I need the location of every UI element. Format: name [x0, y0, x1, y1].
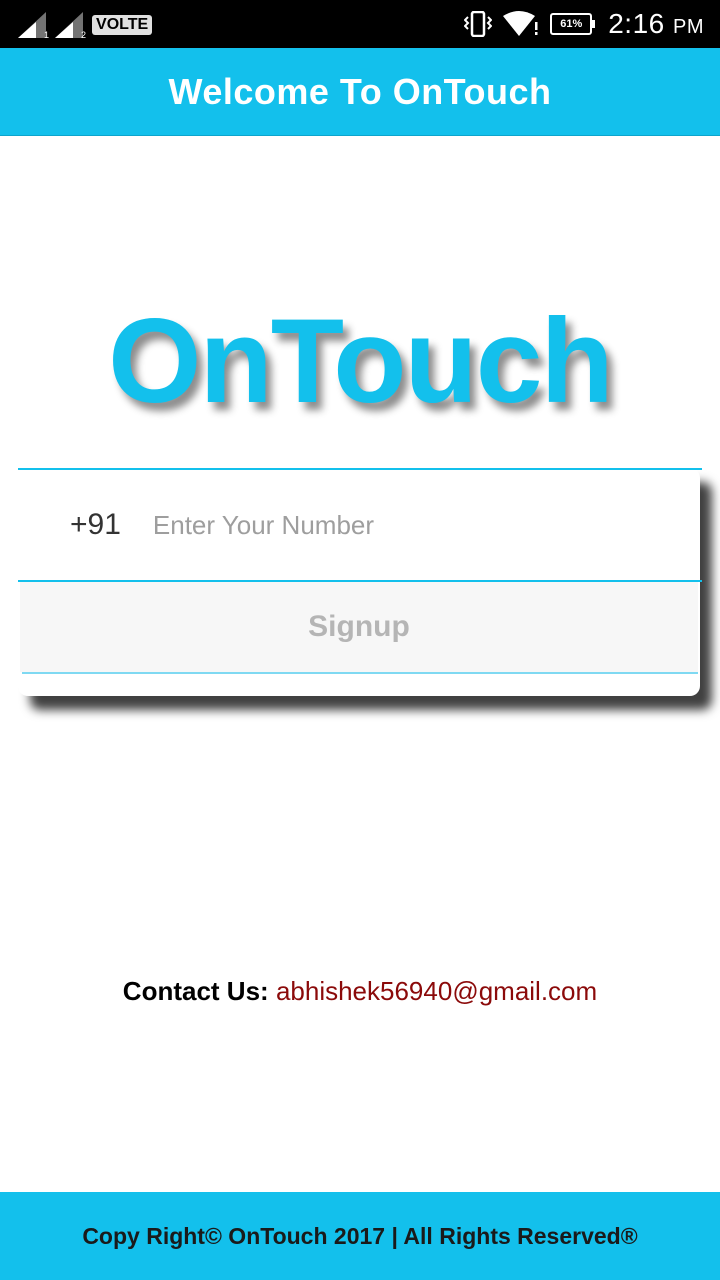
vibrate-icon	[464, 11, 493, 37]
signup-underline	[22, 672, 698, 674]
clock: 2:16 PM	[608, 8, 704, 40]
sim1-label: 1	[44, 30, 50, 40]
clock-time: 2:16	[608, 8, 665, 39]
footer-copyright: Copy Right© OnTouch 2017 | All Rights Re…	[82, 1222, 638, 1249]
contact-email-link[interactable]: abhishek56940@gmail.com	[276, 976, 597, 1006]
country-code[interactable]: +91	[70, 508, 121, 542]
clock-ampm: PM	[673, 16, 704, 38]
phone-number-row: +91	[18, 470, 700, 580]
app-logo: OnTouch	[108, 294, 614, 428]
volte-badge: VOLTE	[92, 15, 153, 35]
signal-icon	[55, 12, 84, 38]
contact-line: Contact Us: abhishek56940@gmail.com	[0, 976, 720, 1007]
signal-sim1: 1	[18, 12, 50, 40]
footer: Copy Right© OnTouch 2017 | All Rights Re…	[0, 1192, 720, 1280]
battery-icon: 61%	[550, 13, 596, 35]
wifi-icon	[502, 10, 540, 38]
signal-icon	[18, 12, 46, 38]
sim2-label: 2	[81, 30, 87, 40]
status-bar: 1 2 VOLTE 61% 2:16 PM	[0, 0, 720, 48]
contact-label: Contact Us:	[122, 976, 269, 1006]
app-bar: Welcome To OnTouch	[0, 48, 720, 136]
app-title: Welcome To OnTouch	[168, 70, 552, 112]
battery-level: 61%	[560, 18, 583, 30]
signal-sim2: 2	[55, 12, 87, 40]
status-left: 1 2 VOLTE	[18, 10, 153, 40]
signup-card: +91 Signup	[18, 468, 702, 696]
phone-number-input[interactable]	[150, 508, 625, 542]
status-right: 61% 2:16 PM	[454, 6, 704, 42]
signup-button[interactable]: Signup	[20, 582, 698, 672]
